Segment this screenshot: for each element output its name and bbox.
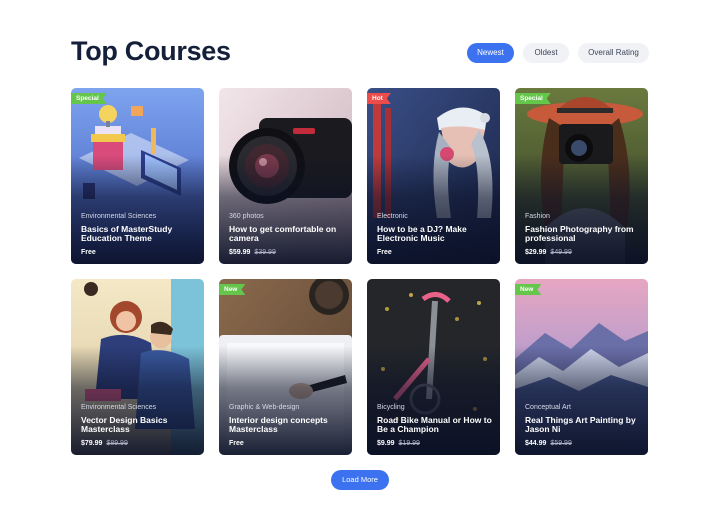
course-price: $29.99 bbox=[525, 249, 547, 256]
load-more-button[interactable]: Load More bbox=[331, 470, 389, 490]
course-title[interactable]: Road Bike Manual or How to Be a Champion bbox=[377, 416, 492, 434]
course-card[interactable]: Environmental Sciences Vector Design Bas… bbox=[71, 279, 204, 455]
course-price: Free bbox=[81, 249, 96, 256]
course-card[interactable]: Special Environmental Sciences Basics of… bbox=[71, 88, 204, 264]
filter-newest-button[interactable]: Newest bbox=[467, 43, 514, 63]
course-category: Conceptual Art bbox=[525, 404, 571, 411]
course-price: $44.99 bbox=[525, 440, 547, 447]
course-category: Fashion bbox=[525, 213, 550, 220]
course-category: Bicycling bbox=[377, 404, 405, 411]
page-title: Top Courses bbox=[71, 36, 231, 66]
course-card[interactable]: Bicycling Road Bike Manual or How to Be … bbox=[367, 279, 500, 455]
course-price: $59.99 bbox=[229, 249, 251, 256]
course-category: Electronic bbox=[377, 213, 408, 220]
filter-overall-rating-button[interactable]: Overall Rating bbox=[578, 43, 649, 63]
sort-filters: Newest Oldest Overall Rating bbox=[467, 43, 649, 63]
course-title[interactable]: Real Things Art Painting by Jason Ni bbox=[525, 416, 640, 434]
course-category: Graphic & Web-design bbox=[229, 404, 300, 411]
course-card[interactable]: Special Fashion Fashion Photography from… bbox=[515, 88, 648, 264]
course-card[interactable]: New Graphic & Web-design Interior design… bbox=[219, 279, 352, 455]
course-price: Free bbox=[377, 249, 392, 256]
course-old-price: $19.99 bbox=[398, 440, 420, 447]
course-title[interactable]: How to get comfortable on camera bbox=[229, 225, 344, 243]
course-card[interactable]: 360 photos How to get comfortable on cam… bbox=[219, 88, 352, 264]
course-title[interactable]: How to be a DJ? Make Electronic Music bbox=[377, 225, 492, 243]
course-category: Environmental Sciences bbox=[81, 404, 157, 411]
course-badge: Special bbox=[71, 93, 107, 104]
course-card[interactable]: Hot Electronic How to be a DJ? Make Elec… bbox=[367, 88, 500, 264]
course-grid: Special Environmental Sciences Basics of… bbox=[71, 88, 648, 455]
course-price: $9.99 bbox=[377, 440, 395, 447]
course-category: 360 photos bbox=[229, 213, 264, 220]
course-title[interactable]: Interior design concepts Masterclass bbox=[229, 416, 344, 434]
course-card[interactable]: New Conceptual Art Real Things Art Paint… bbox=[515, 279, 648, 455]
course-title[interactable]: Basics of MasterStudy Education Theme bbox=[81, 225, 196, 243]
course-price: $79.99 bbox=[81, 440, 103, 447]
filter-oldest-button[interactable]: Oldest bbox=[523, 43, 569, 63]
course-price: Free bbox=[229, 440, 244, 447]
course-old-price: $59.99 bbox=[550, 440, 572, 447]
course-old-price: $89.99 bbox=[106, 440, 128, 447]
course-badge: Special bbox=[515, 93, 551, 104]
course-title[interactable]: Vector Design Basics Masterclass bbox=[81, 416, 196, 434]
course-title[interactable]: Fashion Photography from professional bbox=[525, 225, 640, 243]
course-category: Environmental Sciences bbox=[81, 213, 157, 220]
course-old-price: $39.99 bbox=[254, 249, 276, 256]
course-old-price: $49.99 bbox=[550, 249, 572, 256]
